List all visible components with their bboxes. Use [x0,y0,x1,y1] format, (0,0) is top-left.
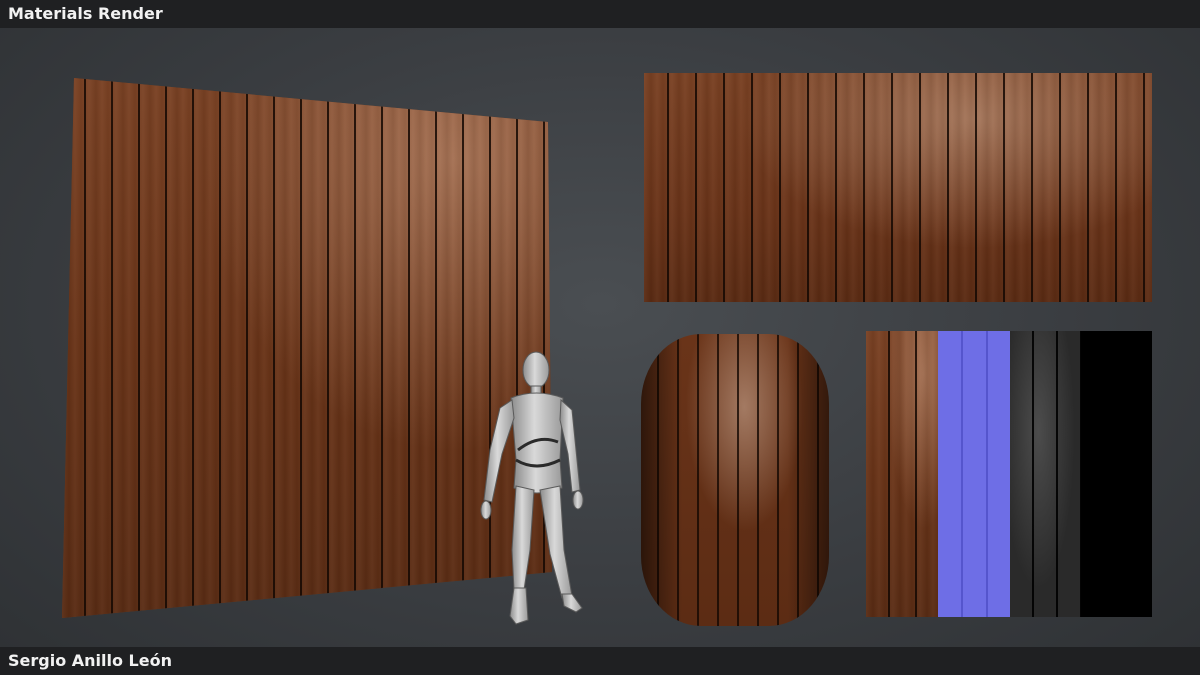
texture-maps-strip [866,331,1152,617]
normal-map [938,331,1010,617]
metallic-map [1081,331,1152,617]
page-title: Materials Render [8,4,163,23]
wood-flat-panel [644,73,1152,302]
title-bar: Materials Render [0,0,1200,28]
wood-capsule-preview [641,334,829,626]
author-name: Sergio Anillo León [8,651,172,670]
roughness-map [1010,331,1081,617]
footer-bar: Sergio Anillo León [0,647,1200,675]
mannequin-figure-icon [480,351,584,625]
albedo-map [866,331,938,617]
